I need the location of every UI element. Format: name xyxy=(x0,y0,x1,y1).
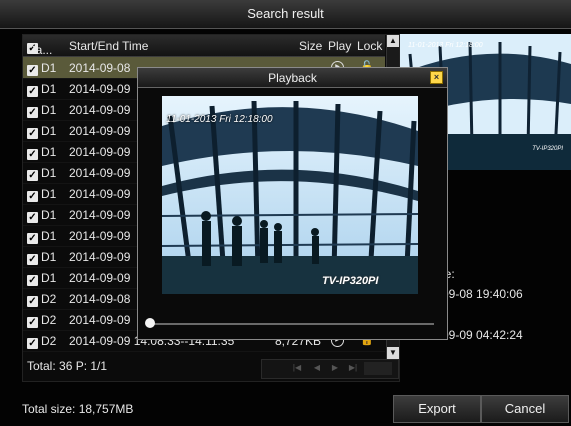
checkbox-checked-icon[interactable]: ✓ xyxy=(27,65,38,76)
end-time-value: -09-09 04:42:24 xyxy=(438,328,523,342)
row-time: 2014-09-09 xyxy=(69,229,131,243)
window-titlebar: Search result xyxy=(0,0,571,29)
next-page-icon[interactable]: ▶ xyxy=(328,363,342,375)
cancel-button[interactable]: Cancel xyxy=(481,395,569,423)
row-camera[interactable]: ✓ D1 xyxy=(27,145,56,160)
playback-video[interactable]: 11-01-2013 Fri 12:18:00 TV-IP320PI xyxy=(162,96,418,294)
row-time: 2014-09-09 xyxy=(69,208,131,222)
row-camera-label: D1 xyxy=(41,271,57,285)
export-button[interactable]: Export xyxy=(393,395,481,423)
row-camera[interactable]: ✓ D2 xyxy=(27,292,56,307)
row-camera-label: D1 xyxy=(41,82,57,96)
checkbox-checked-icon[interactable]: ✓ xyxy=(27,338,38,349)
row-camera-label: D2 xyxy=(41,334,57,348)
checkbox-checked-icon[interactable]: ✓ xyxy=(27,128,38,139)
row-camera[interactable]: ✓ D1 xyxy=(27,82,56,97)
row-time: 2014-09-09 xyxy=(69,250,131,264)
row-camera[interactable]: ✓ D2 xyxy=(27,313,56,328)
playback-progress-track[interactable] xyxy=(148,323,434,325)
checkbox-checked-icon[interactable]: ✓ xyxy=(27,149,38,160)
playback-titlebar: Playback × xyxy=(138,68,447,88)
header-size: Size xyxy=(299,39,323,53)
row-camera-label: D1 xyxy=(41,187,57,201)
row-camera[interactable]: ✓ D1 xyxy=(27,103,56,118)
window-title: Search result xyxy=(247,6,324,21)
close-icon[interactable]: × xyxy=(430,71,443,84)
row-camera[interactable]: ✓ D1 xyxy=(27,187,56,202)
playback-title: Playback xyxy=(268,71,317,85)
row-time: 2014-09-09 xyxy=(69,124,131,138)
row-time: 2014-09-09 xyxy=(69,145,131,159)
row-camera-label: D1 xyxy=(41,208,57,222)
header-camera-label: Ca... xyxy=(27,43,53,57)
row-camera[interactable]: ✓ D1 xyxy=(27,124,56,139)
row-time: 2014-09-09 xyxy=(69,82,131,96)
scroll-up-icon[interactable]: ▲ xyxy=(387,35,399,47)
row-camera-label: D2 xyxy=(41,313,57,327)
header-play: Play xyxy=(328,39,352,53)
row-camera-label: D1 xyxy=(41,61,57,75)
prev-page-icon[interactable]: ◀ xyxy=(310,363,324,375)
list-header: ✓ Ca... Start/End Time Size Play Lock xyxy=(23,35,385,57)
start-time-value: -09-08 19:40:06 xyxy=(438,287,523,301)
row-camera[interactable]: ✓ D1 xyxy=(27,166,56,181)
list-total: Total: 36 P: 1/1 xyxy=(27,359,108,373)
checkbox-checked-icon[interactable]: ✓ xyxy=(27,296,38,307)
playback-watermark: TV-IP320PI xyxy=(322,275,379,287)
row-time: 2014-09-09 xyxy=(69,271,131,285)
search-result-window: Search result ✓ Ca... Start/End Time Size… xyxy=(0,0,571,426)
row-time: 2014-09-09 xyxy=(69,313,131,327)
row-camera-label: D1 xyxy=(41,250,57,264)
total-size: Total size: 18,757MB xyxy=(22,402,134,416)
row-time: 2014-09-08 xyxy=(69,61,131,75)
row-camera[interactable]: ✓ D1 xyxy=(27,250,56,265)
scroll-down-icon[interactable]: ▼ xyxy=(387,347,399,359)
checkbox-checked-icon[interactable]: ✓ xyxy=(27,212,38,223)
row-camera[interactable]: ✓ D1 xyxy=(27,208,56,223)
checkbox-checked-icon[interactable]: ✓ xyxy=(27,233,38,244)
row-camera[interactable]: ✓ D1 xyxy=(27,229,56,244)
row-time: 2014-09-09 xyxy=(69,187,131,201)
row-camera-label: D1 xyxy=(41,145,57,159)
page-input[interactable] xyxy=(364,362,392,375)
playback-image xyxy=(162,96,418,294)
row-camera-label: D1 xyxy=(41,166,57,180)
row-time: 2014-09-08 xyxy=(69,292,131,306)
pager: |◀ ◀ ▶ ▶| xyxy=(261,359,399,379)
row-camera[interactable]: ✓ D1 xyxy=(27,271,56,286)
checkbox-checked-icon[interactable]: ✓ xyxy=(27,275,38,286)
checkbox-checked-icon[interactable]: ✓ xyxy=(27,191,38,202)
checkbox-checked-icon[interactable]: ✓ xyxy=(27,107,38,118)
playback-progress-handle[interactable] xyxy=(145,318,155,328)
row-time: 2014-09-09 xyxy=(69,103,131,117)
row-camera[interactable]: ✓ D2 xyxy=(27,334,56,349)
row-camera-label: D1 xyxy=(41,103,57,117)
last-page-icon[interactable]: ▶| xyxy=(346,363,360,375)
header-time: Start/End Time xyxy=(69,39,149,53)
checkbox-checked-icon[interactable]: ✓ xyxy=(27,170,38,181)
header-lock: Lock xyxy=(357,39,383,53)
playback-dialog: Playback × 11-01-2013 Fri 12:18:00 TV-IP… xyxy=(137,67,448,340)
first-page-icon[interactable]: |◀ xyxy=(290,363,304,375)
row-camera-label: D2 xyxy=(41,292,57,306)
checkbox-checked-icon[interactable]: ✓ xyxy=(27,317,38,328)
playback-osd: 11-01-2013 Fri 12:18:00 xyxy=(166,114,273,125)
preview-watermark: TV-IP320PI xyxy=(532,146,563,152)
row-time: 2014-09-09 xyxy=(69,166,131,180)
preview-osd: 11-01-2013 Fri 12:18:00 xyxy=(408,42,483,49)
checkbox-checked-icon[interactable]: ✓ xyxy=(27,254,38,265)
checkbox-checked-icon[interactable]: ✓ xyxy=(27,86,38,97)
row-camera-label: D1 xyxy=(41,124,57,138)
row-camera-label: D1 xyxy=(41,229,57,243)
row-camera[interactable]: ✓ D1 xyxy=(27,61,56,76)
